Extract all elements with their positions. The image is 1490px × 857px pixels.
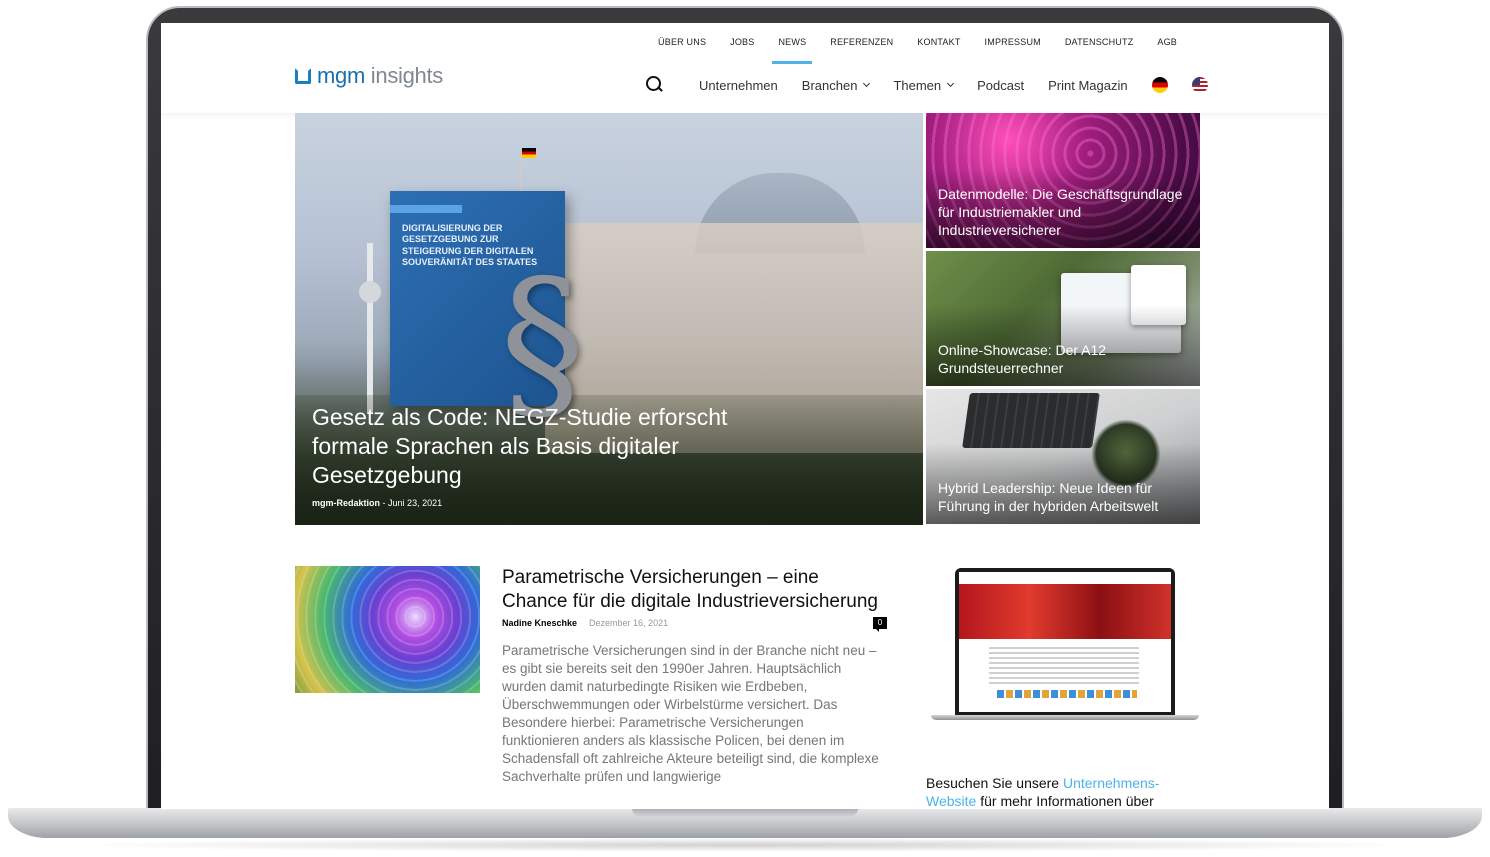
logo-mark-icon xyxy=(295,68,311,84)
logo-text: mgm insights xyxy=(317,63,444,88)
site-logo[interactable]: mgm insights xyxy=(295,63,443,89)
hero-title[interactable]: Gesetz als Code: NEGZ-Studie erforscht f… xyxy=(312,403,782,490)
hero-image-flag xyxy=(522,148,536,158)
featured-tile-showcase[interactable]: Online-Showcase: Der A12 Grundsteuerrech… xyxy=(926,251,1200,386)
article-item: Parametrische Versicherungen – eine Chan… xyxy=(502,566,887,786)
site-header: ÜBER UNS JOBS NEWS REFERENZEN KONTAKT IM… xyxy=(161,23,1329,113)
nav-branchen[interactable]: Branchen xyxy=(790,78,882,93)
laptop-notch xyxy=(632,808,858,817)
article-meta: Nadine Kneschke Dezember 16, 2021 0 xyxy=(502,617,887,632)
chevron-down-icon xyxy=(947,79,955,88)
topnav-agb[interactable]: AGB xyxy=(1145,35,1189,49)
featured-tile-datenmodelle[interactable]: Datenmodelle: Die Geschäftsgrundlage für… xyxy=(926,113,1200,248)
hero-image-tv-tower xyxy=(367,243,373,413)
article-author[interactable]: Nadine Kneschke xyxy=(502,618,577,628)
tile-title[interactable]: Datenmodelle: Die Geschäftsgrundlage für… xyxy=(938,185,1193,239)
article-title[interactable]: Parametrische Versicherungen – eine Chan… xyxy=(502,566,887,614)
topnav-datenschutz[interactable]: DATENSCHUTZ xyxy=(1053,35,1146,49)
nav-unternehmen[interactable]: Unternehmen xyxy=(687,78,790,93)
chevron-down-icon xyxy=(863,79,871,88)
sidebar-text: Besuchen Sie unsere Unternehmens-Website… xyxy=(926,775,1160,809)
comment-count-badge[interactable]: 0 xyxy=(873,617,887,632)
tile-title[interactable]: Hybrid Leadership: Neue Ideen für Führun… xyxy=(938,479,1193,515)
hero-date: Juni 23, 2021 xyxy=(388,498,443,508)
article-excerpt: Parametrische Versicherungen sind in der… xyxy=(502,643,879,784)
tile-title[interactable]: Online-Showcase: Der A12 Grundsteuerrech… xyxy=(938,341,1193,377)
german-flag-icon[interactable] xyxy=(1151,77,1168,93)
us-flag-icon[interactable] xyxy=(1191,77,1208,93)
topnav-jobs[interactable]: JOBS xyxy=(718,35,766,49)
hero-caption: Gesetz als Code: NEGZ-Studie erforscht f… xyxy=(312,403,782,508)
search-icon[interactable] xyxy=(645,75,665,95)
sidebar-laptop-image xyxy=(931,568,1199,720)
topnav-referenzen[interactable]: REFERENZEN xyxy=(818,35,905,49)
hero-author[interactable]: mgm-Redaktion xyxy=(312,498,380,508)
hero-meta-separator: - xyxy=(382,498,386,508)
hero-meta: mgm-Redaktion - Juni 23, 2021 xyxy=(312,498,782,508)
topnav-kontakt[interactable]: KONTAKT xyxy=(905,35,972,49)
nav-print-magazin[interactable]: Print Magazin xyxy=(1036,78,1139,93)
nav-podcast[interactable]: Podcast xyxy=(965,78,1036,93)
top-navigation: ÜBER UNS JOBS NEWS REFERENZEN KONTAKT IM… xyxy=(646,35,1189,64)
browser-screen: ÜBER UNS JOBS NEWS REFERENZEN KONTAKT IM… xyxy=(161,23,1329,809)
hero-featured-article[interactable]: DIGITALISIERUNG DER GESETZGEBUNG ZUR STE… xyxy=(295,113,923,525)
laptop-shadow xyxy=(60,838,1430,852)
article-date: Dezember 16, 2021 xyxy=(589,618,669,628)
topnav-ueber-uns[interactable]: ÜBER UNS xyxy=(646,35,718,49)
topnav-news[interactable]: NEWS xyxy=(766,35,818,64)
topnav-impressum[interactable]: IMPRESSUM xyxy=(973,35,1053,49)
nav-themen[interactable]: Themen xyxy=(881,78,965,93)
main-navigation: Unternehmen Branchen Themen Podcast Prin… xyxy=(645,75,1208,95)
hero-image-tv-tower-ball xyxy=(359,281,381,303)
article-thumbnail[interactable] xyxy=(295,566,480,693)
featured-tile-hybrid-leadership[interactable]: Hybrid Leadership: Neue Ideen für Führun… xyxy=(926,389,1200,524)
